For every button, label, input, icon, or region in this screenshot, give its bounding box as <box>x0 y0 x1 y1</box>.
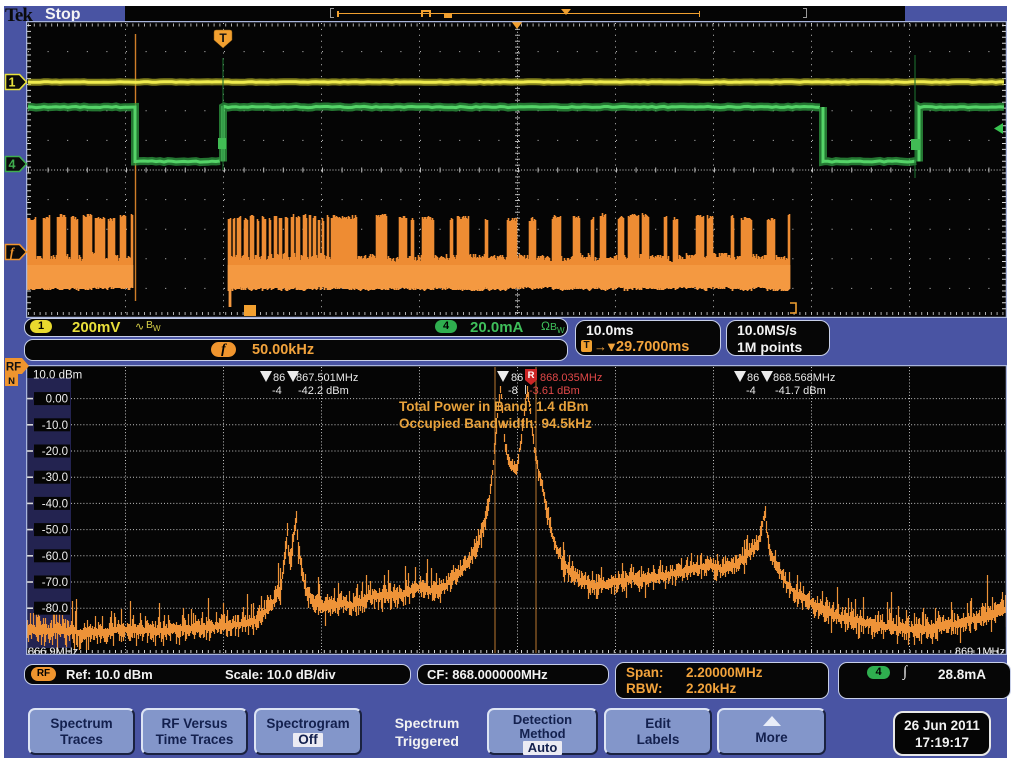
svg-text:1: 1 <box>9 76 16 90</box>
svg-text:RF: RF <box>6 362 21 374</box>
svg-text:Occupied Bandwidth: 94.5kHz: Occupied Bandwidth: 94.5kHz <box>399 416 592 431</box>
svg-text:86: 86 <box>273 372 285 384</box>
svg-text:Total Power in Band: 1.4 dBm: Total Power in Band: 1.4 dBm <box>399 399 589 414</box>
svg-text:0.00: 0.00 <box>46 394 68 406</box>
svg-text:867.501MHz: 867.501MHz <box>296 372 358 384</box>
svg-text:4: 4 <box>9 158 16 172</box>
svg-text:868.035MHz: 868.035MHz <box>540 372 602 384</box>
svg-text:866.9MHz: 866.9MHz <box>28 646 78 655</box>
svg-text:869.1MHz: 869.1MHz <box>955 646 1005 655</box>
svg-text:-4: -4 <box>746 385 756 397</box>
svg-text:-20.0: -20.0 <box>42 446 68 458</box>
svg-text:-42.2 dBm: -42.2 dBm <box>298 385 349 397</box>
svg-text:-50.0: -50.0 <box>42 525 68 537</box>
svg-text:86: 86 <box>747 372 759 384</box>
svg-text:R: R <box>528 370 535 381</box>
svg-text:-60.0: -60.0 <box>42 551 68 563</box>
svg-text:-4: -4 <box>272 385 282 397</box>
svg-text:86: 86 <box>511 372 523 384</box>
svg-text:T: T <box>219 31 227 45</box>
svg-text:-8: -8 <box>508 385 518 397</box>
svg-text:-80.0: -80.0 <box>42 603 68 615</box>
svg-text:-40.0: -40.0 <box>42 498 68 510</box>
svg-text:868.568MHz: 868.568MHz <box>773 372 835 384</box>
svg-text:-41.7 dBm: -41.7 dBm <box>775 385 826 397</box>
svg-text:-70.0: -70.0 <box>42 577 68 589</box>
svg-text:-3.61 dBm: -3.61 dBm <box>529 385 580 397</box>
svg-text:-30.0: -30.0 <box>42 472 68 484</box>
svg-text:10.0 dBm: 10.0 dBm <box>33 370 82 382</box>
svg-text:N: N <box>8 376 15 387</box>
svg-text:-10.0: -10.0 <box>42 420 68 432</box>
